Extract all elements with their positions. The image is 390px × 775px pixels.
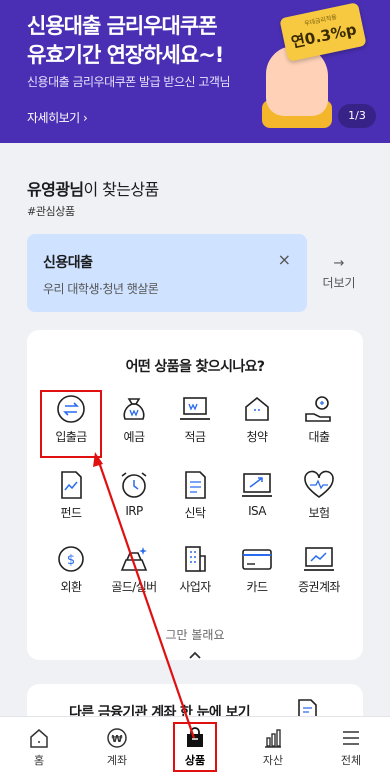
category-loan[interactable]: 대출 [289,394,349,458]
home-icon [30,729,48,748]
category-foreign-exchange[interactable]: $ 외환 [41,544,101,608]
category-savings-deposit[interactable]: 예금 [104,394,164,458]
document-icon [185,471,206,499]
dollar-coin-icon: $ [58,546,84,572]
recommend-more-label: 더보기 [322,276,356,290]
category-installment-savings[interactable]: 적금 [165,394,225,458]
banner-subtitle: 신용대출 금리우대쿠폰 발급 받으신 고객님 [27,75,230,89]
category-fund[interactable]: 펀드 [41,470,101,534]
nav-assets[interactable]: 자산 [234,717,312,775]
nav-account[interactable]: ₩ 계좌 [78,717,156,775]
nav-home[interactable]: 홈 [0,717,78,775]
coupon-illustration: 우대금리적용 연0.3%p [279,2,367,62]
card-icon [242,549,272,570]
nav-all-menu[interactable]: 전체 [312,717,390,775]
product-question: 어떤 상품을 찾으시나요? [125,359,265,375]
trend-monitor-icon [242,473,272,497]
collapse-button[interactable]: 그만 볼래요 [27,626,363,643]
chevron-up-icon[interactable] [187,648,203,664]
heart-icon [304,470,334,498]
close-icon[interactable]: × [278,250,291,269]
recommend-more-button[interactable]: → 더보기 [316,256,362,291]
shopping-bag-icon [187,727,203,747]
category-insurance[interactable]: 보험 [289,470,349,534]
bottom-navigation: 홈 ₩ 계좌 상품 자산 전체 [0,716,390,775]
won-coin-icon: ₩ [107,728,127,748]
bar-chart-icon [265,729,281,748]
hand-money-icon [305,396,331,422]
category-deposit-withdrawal[interactable]: 입출금 [41,394,101,458]
transfer-icon [57,395,85,423]
category-business[interactable]: 사업자 [165,544,225,608]
category-irp[interactable]: IRP [104,470,164,534]
product-category-panel: 어떤 상품을 찾으시나요? 입출금 예금 적금 청약 대출 펀드 IRP 신탁 … [27,330,363,660]
recommend-card[interactable]: 신용대출 우리 대학생·청년 햇살론 × [27,234,307,312]
category-securities-account[interactable]: 증권계좌 [289,544,349,608]
recommend-card-desc: 우리 대학생·청년 햇살론 [43,282,159,296]
banner-title: 신용대출 금리우대쿠폰 유효기간 연장하세요~! [27,14,224,67]
category-card[interactable]: 카드 [227,544,287,608]
menu-icon [343,731,359,745]
alarm-clock-icon [121,472,147,498]
banner-page-indicator: 1/3 [338,104,376,128]
building-icon [185,546,206,572]
svg-text:$: $ [67,553,75,568]
promo-banner[interactable]: 신용대출 금리우대쿠폰 유효기간 연장하세요~! 신용대출 금리우대쿠폰 발급 … [0,0,390,143]
arrow-right-icon: → [333,256,345,271]
stock-monitor-icon [304,547,334,571]
category-isa[interactable]: ISA [227,470,287,534]
chart-document-icon [61,471,82,499]
gold-bar-icon [120,547,148,571]
money-bag-icon [123,398,145,420]
recommend-tag: #관심상품 [27,205,75,218]
category-trust[interactable]: 신탁 [165,470,225,534]
laptop-icon [180,397,210,420]
banner-more-link[interactable]: 자세히보기 › [27,109,88,126]
nav-products[interactable]: 상품 [156,717,234,775]
svg-text:₩: ₩ [111,734,122,745]
recommend-card-name: 신용대출 [43,255,93,271]
house-icon [245,396,269,421]
recommend-title: 유영광님이 찾는상품 [27,180,159,199]
category-gold-silver[interactable]: 골드/실버 [104,544,164,608]
category-subscription[interactable]: 청약 [227,394,287,458]
